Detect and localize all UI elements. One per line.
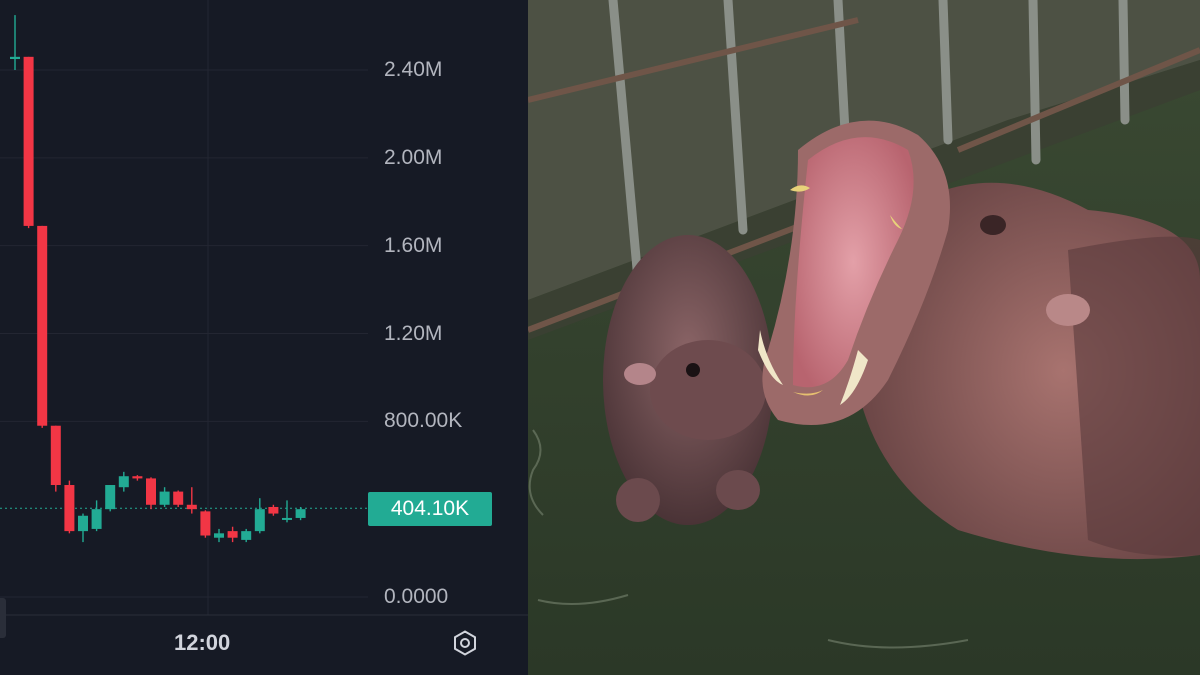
- chart-canvas[interactable]: [0, 0, 528, 675]
- candle: [214, 528, 224, 543]
- candle: [105, 485, 116, 512]
- candle-body: [10, 56, 20, 60]
- candle: [23, 56, 34, 229]
- candle: [200, 510, 211, 538]
- candle: [78, 513, 88, 543]
- candle-body: [282, 517, 292, 520]
- y-tick-label: 0.0000: [384, 585, 449, 608]
- current-price-label: 404.10K: [368, 492, 492, 526]
- candle: [295, 506, 306, 521]
- candle-body: [91, 509, 102, 529]
- candle: [241, 528, 252, 543]
- candle-body: [173, 491, 184, 505]
- candle: [254, 498, 265, 534]
- candlestick-chart[interactable]: 2.40M 2.00M 1.60M 1.20M 800.00K 0.0000 404.10…: [0, 0, 528, 675]
- candle: [146, 477, 156, 510]
- candle-body: [37, 225, 48, 426]
- x-axis-tick-label: 12:00: [174, 630, 231, 655]
- candle-body: [295, 509, 306, 518]
- candle: [132, 475, 143, 481]
- hexagon-gear-icon: [454, 630, 476, 656]
- y-tick-label: 2.00M: [384, 145, 443, 169]
- candle-body: [78, 515, 88, 532]
- chart-settings-button[interactable]: [448, 626, 482, 660]
- candle-body: [214, 533, 224, 538]
- hippo-photo: [528, 0, 1200, 675]
- candle-body: [132, 476, 143, 479]
- candle-body: [186, 504, 197, 510]
- candle: [159, 487, 170, 507]
- candle-body: [254, 509, 265, 532]
- candle: [173, 490, 184, 507]
- candle-body: [118, 476, 129, 488]
- y-tick-label: 1.20M: [384, 321, 443, 345]
- y-tick-label: 800.00K: [384, 409, 463, 433]
- candle-body: [105, 485, 116, 510]
- candle: [282, 500, 292, 523]
- candle-body: [200, 511, 211, 536]
- candle: [186, 487, 197, 514]
- candle: [10, 15, 20, 70]
- y-tick-label: 2.40M: [384, 58, 443, 81]
- candle-body: [23, 56, 34, 226]
- candle-body: [227, 531, 238, 538]
- candle: [268, 504, 279, 516]
- candle-body: [268, 506, 279, 514]
- candle-body: [64, 485, 75, 532]
- candle: [37, 225, 48, 428]
- candle-body: [50, 425, 61, 486]
- y-tick-label: 1.60M: [384, 233, 443, 257]
- scroll-handle[interactable]: [0, 598, 6, 638]
- candle: [64, 480, 75, 534]
- candle-body: [159, 491, 170, 505]
- candle: [118, 471, 129, 492]
- candle: [50, 425, 61, 492]
- candle-body: [241, 531, 252, 540]
- candle-body: [146, 478, 156, 505]
- candle: [91, 500, 102, 532]
- hippopotamus-photo: [528, 0, 1200, 675]
- candles: [10, 15, 306, 543]
- candle: [227, 526, 238, 543]
